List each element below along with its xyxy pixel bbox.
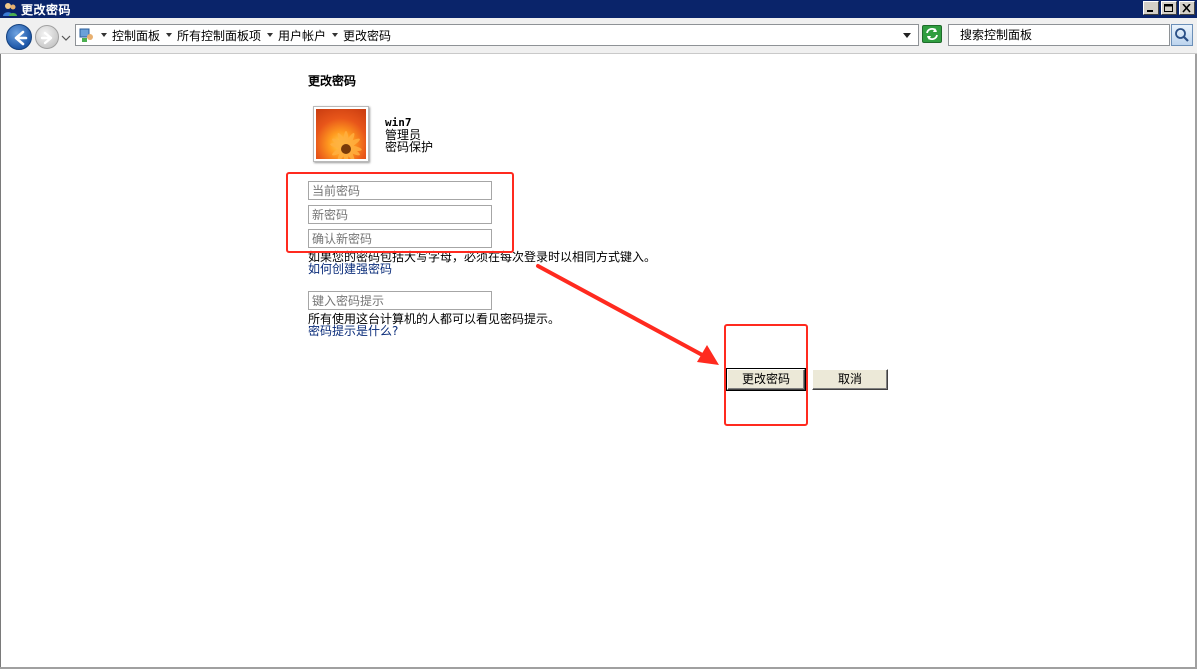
- cancel-button[interactable]: 取消: [812, 369, 888, 390]
- address-dropdown-icon[interactable]: [902, 32, 912, 40]
- forward-button[interactable]: [35, 25, 59, 49]
- address-bar[interactable]: 控制面板 所有控制面板项 用户帐户 更改密码: [75, 24, 919, 46]
- chevron-down-icon: [61, 35, 71, 41]
- recent-pages-button[interactable]: [61, 32, 71, 42]
- search-icon: [1175, 28, 1189, 42]
- page-title: 更改密码: [308, 74, 357, 88]
- window-title-bar[interactable]: 更改密码: [0, 0, 1197, 18]
- search-input[interactable]: 搜索控制面板: [948, 24, 1170, 46]
- minimize-button[interactable]: [1143, 1, 1159, 15]
- refresh-button[interactable]: [922, 25, 942, 43]
- annotation-arrow: [536, 264, 719, 365]
- password-hint-field[interactable]: [308, 291, 492, 310]
- refresh-icon: [926, 28, 938, 40]
- annotation-box-change-button: [724, 324, 808, 426]
- window-title: 更改密码: [21, 2, 72, 17]
- strong-password-link[interactable]: 如何创建强密码: [308, 263, 392, 276]
- flower-picture-icon: [316, 109, 366, 159]
- user-status: 密码保护: [385, 140, 434, 154]
- maximize-button[interactable]: [1161, 1, 1177, 15]
- avatar: [313, 106, 369, 162]
- navigation-bar: 控制面板 所有控制面板项 用户帐户 更改密码 搜索控制面板: [0, 18, 1197, 54]
- breadcrumb-all-items[interactable]: 所有控制面板项: [177, 27, 261, 44]
- user-accounts-icon: [2, 1, 18, 17]
- breadcrumb-arrow-icon[interactable]: [165, 31, 173, 39]
- breadcrumb-arrow-icon[interactable]: [331, 31, 339, 39]
- user-info: win7 管理员 密码保护: [385, 117, 434, 154]
- password-hint-help-link[interactable]: 密码提示是什么?: [308, 325, 398, 338]
- breadcrumb-user-accounts[interactable]: 用户帐户: [278, 27, 326, 44]
- minimize-icon: [1147, 10, 1153, 12]
- breadcrumb-change-password[interactable]: 更改密码: [343, 27, 391, 44]
- breadcrumb-arrow-icon[interactable]: [266, 31, 274, 39]
- back-arrow-icon: [14, 30, 28, 46]
- breadcrumb-arrow-icon[interactable]: [100, 31, 108, 39]
- back-button[interactable]: [6, 24, 32, 50]
- breadcrumb-control-panel[interactable]: 控制面板: [112, 27, 160, 44]
- window-frame: [0, 54, 1, 669]
- close-icon: [1182, 4, 1191, 13]
- control-panel-icon: [79, 27, 95, 43]
- search-button[interactable]: [1171, 24, 1193, 46]
- forward-arrow-icon: [40, 31, 53, 45]
- maximize-icon: [1164, 4, 1173, 12]
- close-button[interactable]: [1179, 1, 1195, 15]
- annotation-box-password-fields: [286, 172, 514, 253]
